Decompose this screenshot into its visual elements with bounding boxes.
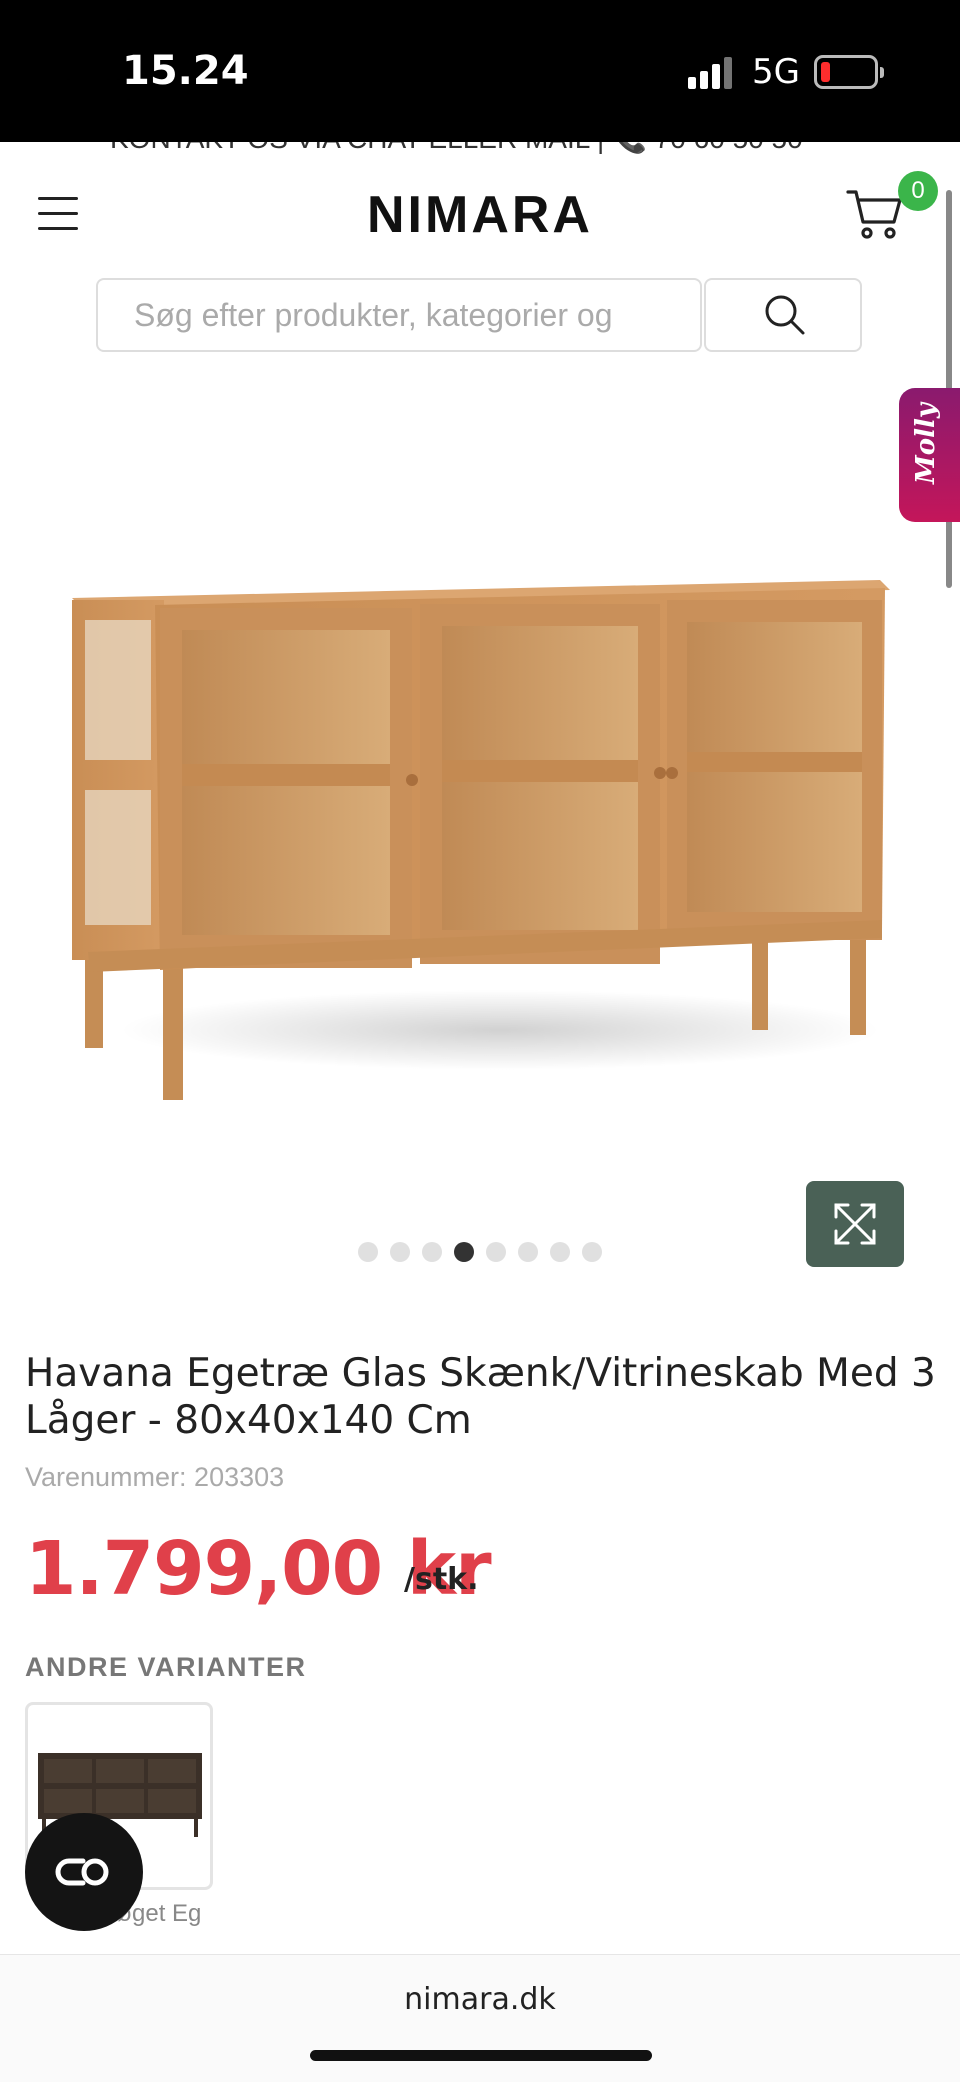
hamburger-menu-icon[interactable] — [38, 197, 78, 231]
product-image[interactable] — [60, 560, 910, 1120]
carousel-dot[interactable] — [518, 1242, 538, 1262]
carousel-dot[interactable] — [422, 1242, 442, 1262]
chat-button[interactable] — [25, 1813, 143, 1931]
price-unit: /stk. — [404, 1562, 479, 1597]
carousel-dot[interactable] — [582, 1242, 602, 1262]
cart-count-badge: 0 — [898, 171, 938, 211]
site-logo[interactable]: NIMARA — [300, 185, 660, 245]
carousel-dot[interactable] — [486, 1242, 506, 1262]
search-input[interactable] — [96, 278, 702, 352]
carousel-dot[interactable] — [358, 1242, 378, 1262]
chat-icon — [55, 1858, 109, 1886]
home-indicator[interactable] — [310, 2050, 652, 2061]
expand-image-button[interactable] — [806, 1181, 904, 1267]
variants-heading: ANDRE VARIANTER — [25, 1652, 307, 1682]
cart-icon[interactable] — [846, 186, 906, 242]
signal-strength-icon — [688, 55, 736, 89]
network-type: 5G — [752, 52, 800, 92]
status-bar: 15.24 5G — [0, 0, 960, 142]
browser-url[interactable]: nimara.dk — [0, 1982, 960, 2017]
carousel-dot[interactable] — [550, 1242, 570, 1262]
molly-label: Molly — [911, 403, 941, 484]
molly-assistant-tab[interactable]: Molly — [899, 388, 960, 522]
battery-icon — [814, 55, 884, 89]
browser-toolbar — [0, 1954, 960, 2082]
search-button[interactable] — [704, 278, 862, 352]
carousel-dot-active[interactable] — [454, 1242, 474, 1262]
status-time: 15.24 — [122, 48, 249, 94]
search-icon — [765, 295, 805, 335]
battery-level — [821, 62, 830, 82]
product-title: Havana Egetræ Glas Skænk/Vitrineskab Med… — [25, 1351, 936, 1443]
promo-text: KONTAKT OS VIA CHAT ELLER MAIL | 📞 70 60… — [110, 142, 803, 154]
promo-banner: KONTAKT OS VIA CHAT ELLER MAIL | 📞 70 60… — [0, 142, 960, 154]
product-sku: Varenummer: 203303 — [25, 1462, 285, 1492]
expand-icon — [834, 1203, 876, 1245]
carousel-dot[interactable] — [390, 1242, 410, 1262]
